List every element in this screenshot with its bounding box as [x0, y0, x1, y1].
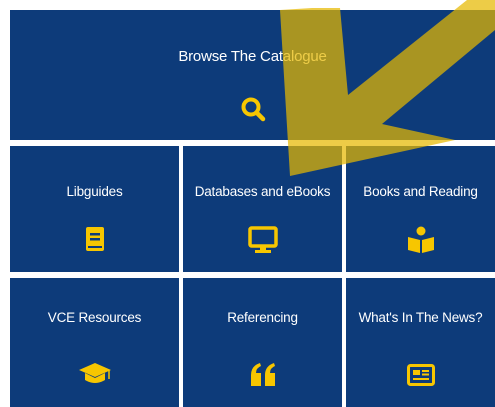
databases-ebooks-label: Databases and eBooks — [194, 184, 331, 199]
whats-in-the-news-label: What's In The News? — [358, 310, 483, 325]
reader-icon — [407, 226, 434, 253]
libguides-tile[interactable]: Libguides — [10, 146, 179, 272]
books-reading-label: Books and Reading — [363, 184, 478, 199]
referencing-label: Referencing — [227, 310, 298, 325]
whats-in-the-news-tile[interactable]: What's In The News? — [346, 278, 495, 407]
search-icon — [241, 97, 265, 122]
graduation-cap-icon — [78, 363, 111, 383]
vce-resources-label: VCE Resources — [47, 310, 142, 325]
book-icon — [85, 227, 104, 251]
browse-catalogue-label: Browse The Catalogue — [178, 48, 327, 65]
vce-resources-tile[interactable]: VCE Resources — [10, 278, 179, 407]
newspaper-icon — [406, 364, 435, 386]
databases-ebooks-tile[interactable]: Databases and eBooks — [183, 146, 342, 272]
quote-icon — [250, 363, 275, 386]
browse-catalogue-tile[interactable]: Browse The Catalogue — [10, 10, 495, 140]
referencing-tile[interactable]: Referencing — [183, 278, 342, 407]
libguides-label: Libguides — [66, 184, 123, 199]
monitor-icon — [247, 226, 278, 253]
books-reading-tile[interactable]: Books and Reading — [346, 146, 495, 272]
